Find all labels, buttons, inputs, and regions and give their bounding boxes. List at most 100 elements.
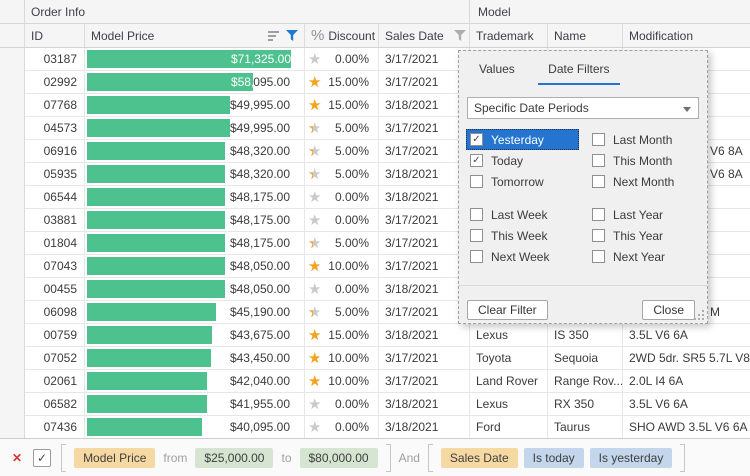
filter-chip-is-today[interactable]: Is today: [524, 448, 584, 468]
cell-id: 07052: [25, 347, 85, 370]
cell-id: 05935: [25, 163, 85, 186]
filter-chip-sales-date[interactable]: Sales Date: [441, 448, 518, 468]
close-button[interactable]: Close: [642, 300, 695, 320]
filter-active-icon[interactable]: [286, 30, 298, 41]
cell-id: 03187: [25, 48, 85, 71]
row-indicator: [0, 393, 25, 416]
checkbox-icon[interactable]: [470, 229, 483, 242]
period-item-next-year[interactable]: Next Year: [588, 246, 701, 267]
price-label: $43,675.00: [230, 324, 290, 347]
price-label-inverted: $49,995.00: [87, 96, 230, 114]
header-discount[interactable]: % Discount: [305, 24, 379, 47]
header-trademark[interactable]: Trademark: [470, 24, 548, 47]
tab-values[interactable]: Values: [469, 60, 525, 83]
cell-id: 06544: [25, 186, 85, 209]
period-item-this-year[interactable]: This Year: [588, 225, 701, 246]
filter-chip-is-yesterday[interactable]: Is yesterday: [590, 448, 673, 468]
header-sales-date[interactable]: Sales Date: [379, 24, 470, 47]
cell-sales-date: 3/17/2021: [379, 209, 470, 232]
cell-discount: ★★5.00%: [305, 301, 379, 324]
row-indicator: [0, 117, 25, 140]
checkbox-checked-icon[interactable]: ✓: [470, 154, 483, 167]
cell-id: 04573: [25, 117, 85, 140]
period-item-tomorrow[interactable]: Tomorrow: [466, 171, 579, 192]
star-fill-icon: ★: [308, 235, 313, 252]
checkbox-icon[interactable]: [470, 208, 483, 221]
price-label: $49,995.00: [230, 117, 290, 140]
cell-id: 02992: [25, 71, 85, 94]
row-indicator: [0, 324, 25, 347]
discount-value: 5.00%: [335, 121, 369, 135]
star-icon: ★★: [308, 327, 324, 344]
popup-buttons: Clear Filter Close: [467, 300, 695, 320]
resize-grip-icon[interactable]: [693, 309, 704, 320]
table-row[interactable]: 06582$41,955.00$41,955.00★★0.00%3/18/202…: [0, 393, 750, 416]
period-item-label: This Week: [491, 229, 547, 243]
checkbox-icon[interactable]: [592, 133, 605, 146]
period-item-last-year[interactable]: Last Year: [588, 204, 701, 225]
band-model[interactable]: Model: [470, 0, 750, 23]
star-icon: ★★: [308, 350, 324, 367]
header-name[interactable]: Name: [548, 24, 623, 47]
star-fill-icon: ★: [308, 143, 313, 160]
checkbox-icon[interactable]: [592, 250, 605, 263]
checkbox-icon[interactable]: [592, 208, 605, 221]
table-row[interactable]: 02061$42,040.00$42,040.00★★10.00%3/17/20…: [0, 370, 750, 393]
header-indicator: [0, 24, 25, 47]
header-modification-label: Modification: [629, 29, 750, 43]
cell-modification: SHO AWD 3.5L V6 6A: [623, 416, 750, 439]
sales-date-filter-button[interactable]: [452, 25, 468, 46]
checkbox-icon[interactable]: [470, 175, 483, 188]
period-item-this-month[interactable]: This Month: [588, 150, 701, 171]
header-trademark-label: Trademark: [476, 29, 547, 43]
period-item-label: This Year: [613, 229, 663, 243]
cell-model-price: $42,040.00$42,040.00: [85, 370, 305, 393]
checkbox-checked-icon[interactable]: ✓: [470, 133, 483, 146]
table-row[interactable]: 07436$40,095.00$40,095.00★★0.00%3/18/202…: [0, 416, 750, 439]
filter-chip--25-000-00[interactable]: $25,000.00: [195, 448, 273, 468]
table-row[interactable]: 07052$43,450.00$43,450.00★★10.00%3/17/20…: [0, 347, 750, 370]
period-item-last-month[interactable]: Last Month: [588, 129, 701, 150]
checkbox-icon[interactable]: [470, 250, 483, 263]
filter-chip-model-price[interactable]: Model Price: [74, 448, 155, 468]
date-period-select-value: Specific Date Periods: [474, 101, 589, 115]
row-indicator: [0, 140, 25, 163]
checkbox-icon[interactable]: [592, 229, 605, 242]
table-row[interactable]: 00759$43,675.00$43,675.00★★15.00%3/18/20…: [0, 324, 750, 347]
period-item-today[interactable]: ✓Today: [466, 150, 579, 171]
checkbox-icon[interactable]: [592, 154, 605, 167]
column-header-row: ID Model Price % Discount Sales Date Tra…: [0, 24, 750, 48]
star-icon: ★★: [308, 120, 324, 137]
star-fill-icon: ★: [308, 166, 313, 183]
period-item-last-week[interactable]: Last Week: [466, 204, 579, 225]
row-indicator: [0, 347, 25, 370]
cell-model-price: $58,095.00$58,095.00: [85, 71, 305, 94]
clear-filter-button[interactable]: Clear Filter: [467, 300, 548, 320]
remove-filter-icon[interactable]: ✕: [12, 451, 22, 465]
header-model-price[interactable]: Model Price: [85, 24, 305, 47]
period-item-yesterday[interactable]: ✓Yesterday: [466, 129, 579, 150]
cell-discount: ★★10.00%: [305, 255, 379, 278]
period-item-next-month[interactable]: Next Month: [588, 171, 701, 192]
date-period-select[interactable]: Specific Date Periods: [467, 97, 699, 119]
band-order-info[interactable]: Order Info: [25, 0, 470, 23]
period-item-this-week[interactable]: This Week: [466, 225, 579, 246]
header-discount-label: Discount: [328, 29, 378, 43]
price-data-bar: $48,050.00: [87, 280, 225, 298]
filter-icon: [454, 30, 466, 41]
price-label-inverted: $45,190.00: [87, 303, 216, 321]
filter-enabled-checkbox[interactable]: ✓: [33, 449, 51, 467]
star-icon: ★★: [308, 143, 324, 160]
price-label-inverted: $43,450.00: [87, 349, 211, 367]
discount-value: 15.00%: [328, 75, 369, 89]
checkbox-icon[interactable]: [592, 175, 605, 188]
cell-model-price: $48,320.00$48,320.00: [85, 140, 305, 163]
cell-name: IS 350: [548, 324, 623, 347]
header-modification[interactable]: Modification: [623, 24, 750, 47]
tab-date-filters[interactable]: Date Filters: [538, 60, 619, 85]
popup-separator: [459, 285, 707, 286]
cell-id: 00759: [25, 324, 85, 347]
header-id[interactable]: ID: [25, 24, 85, 47]
filter-chip--80-000-00[interactable]: $80,000.00: [300, 448, 378, 468]
period-item-next-week[interactable]: Next Week: [466, 246, 579, 267]
